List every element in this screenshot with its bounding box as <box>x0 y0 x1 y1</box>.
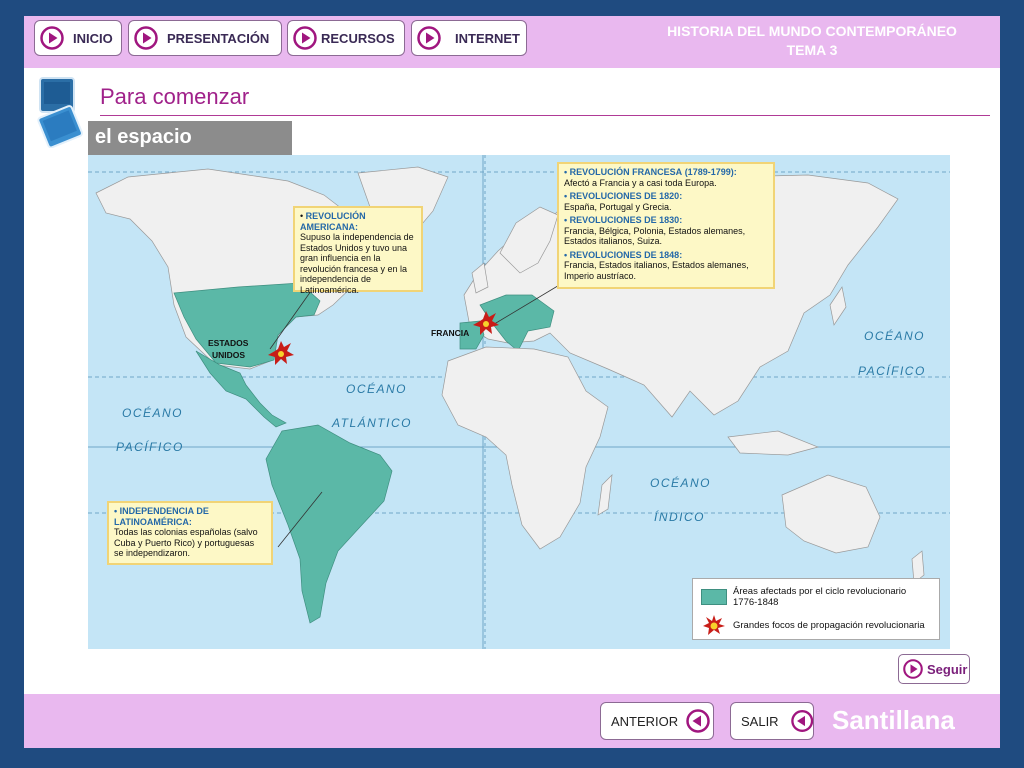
info-box-latin-american-independence: • INDEPENDENCIA DE LATINOAMÉRICA: Todas … <box>107 501 273 565</box>
map-legend: Áreas afectads por el ciclo revolucionar… <box>692 578 940 640</box>
top-navigation-bar: INICIO PRESENTACIÓN RECURSOS INTERNET HI… <box>24 16 1000 68</box>
seguir-label: Seguir <box>927 661 968 677</box>
title-divider <box>100 115 990 116</box>
section-band: el espacio <box>88 121 292 156</box>
info-item: • REVOLUCIONES DE 1830: Francia, Bélgica,… <box>564 215 746 247</box>
bottom-navigation-bar: ANTERIOR SALIR Santillana <box>24 694 1000 748</box>
label-oceano-pacifico-w-2: PACÍFICO <box>116 439 184 454</box>
label-oceano-pacifico-e-1: OCÉANO <box>864 328 925 343</box>
back-arrow-icon <box>790 710 813 732</box>
course-header: HISTORIA DEL MUNDO CONTEMPORÁNEO TEMA 3 <box>624 22 1000 60</box>
slide-frame: INICIO PRESENTACIÓN RECURSOS INTERNET HI… <box>24 16 1000 748</box>
info-item: • REVOLUCIÓN FRANCESA (1789-1799): Afectó… <box>564 167 737 188</box>
salir-label: SALIR <box>741 713 779 729</box>
nav-inicio-button[interactable]: INICIO <box>34 20 122 56</box>
info-item: • REVOLUCIONES DE 1820: España, Portugal … <box>564 191 683 212</box>
info-heading: REVOLUCIONES DE 1830: <box>569 215 683 225</box>
label-oceano-indico-2: ÍNDICO <box>654 509 705 524</box>
nav-internet-button[interactable]: INTERNET <box>411 20 527 56</box>
play-arrow-icon <box>417 26 441 50</box>
course-subject: HISTORIA DEL MUNDO CONTEMPORÁNEO <box>667 23 957 39</box>
label-unidos: UNIDOS <box>212 350 245 360</box>
label-oceano-pacifico-w-1: OCÉANO <box>122 405 183 420</box>
page-title: Para comenzar <box>100 84 250 109</box>
legend-focus-label: Grandes focos de propagación revoluciona… <box>733 620 925 631</box>
nav-recursos-button[interactable]: RECURSOS <box>287 20 405 56</box>
info-item: • REVOLUCIONES DE 1848: Francia, Estados … <box>564 249 749 281</box>
play-arrow-icon <box>293 26 317 50</box>
info-heading: INDEPENDENCIA DE LATINOAMÉRICA: <box>114 506 209 527</box>
play-arrow-icon <box>134 26 158 50</box>
info-text: España, Portugal y Grecia. <box>564 201 672 212</box>
label-oceano-atlantico-1: OCÉANO <box>346 381 407 396</box>
info-text: Afectó a Francia y a casi toda Europa. <box>564 177 717 188</box>
nav-internet-label: INTERNET <box>455 30 520 46</box>
explosion-icon <box>703 615 725 635</box>
label-francia: FRANCIA <box>431 328 469 338</box>
info-text: Supuso la independencia de Estados Unido… <box>300 232 414 295</box>
santillana-logo: Santillana <box>832 705 955 735</box>
info-text: Francia, Estados italianos, Estados alem… <box>564 260 749 281</box>
section-documents-icon <box>37 77 83 148</box>
label-oceano-indico-1: OCÉANO <box>650 475 711 490</box>
nav-presentacion-label: PRESENTACIÓN <box>167 30 270 46</box>
world-map: ESTADOS UNIDOS FRANCIA OCÉANO PACÍFICO O… <box>88 155 950 649</box>
legend-affected-swatch <box>701 589 727 605</box>
seguir-button[interactable]: Seguir <box>898 654 970 684</box>
label-oceano-atlantico-2: ATLÁNTICO <box>331 415 412 430</box>
salir-button[interactable]: SALIR <box>730 702 814 740</box>
info-box-american-revolution: • REVOLUCIÓN AMERICANA: Supuso la indepe… <box>293 206 423 295</box>
play-arrow-icon <box>903 659 923 679</box>
info-text: Todas las colonias españolas (salvo Cuba… <box>114 527 258 558</box>
info-heading: REVOLUCIONES DE 1820: <box>569 191 683 201</box>
play-arrow-icon <box>40 26 64 50</box>
nav-presentacion-button[interactable]: PRESENTACIÓN <box>128 20 282 56</box>
anterior-label: ANTERIOR <box>611 713 679 729</box>
legend-affected-label: Áreas afectads por el ciclo revolucionar… <box>733 586 907 608</box>
info-text: Francia, Bélgica, Polonia, Estados alema… <box>564 225 746 247</box>
label-oceano-pacifico-e-2: PACÍFICO <box>858 363 926 378</box>
map-drawing: ESTADOS UNIDOS FRANCIA OCÉANO PACÍFICO O… <box>88 155 950 649</box>
info-heading: REVOLUCIONES DE 1848: <box>569 249 683 260</box>
nav-inicio-label: INICIO <box>73 30 113 46</box>
label-estados: ESTADOS <box>208 338 249 348</box>
info-heading: REVOLUCIÓN AMERICANA: <box>300 211 366 232</box>
info-heading: REVOLUCIÓN FRANCESA <box>569 167 683 177</box>
info-box-european-revolutions: • REVOLUCIÓN FRANCESA (1789-1799): Afectó… <box>557 162 775 289</box>
anterior-button[interactable]: ANTERIOR <box>600 702 714 740</box>
back-arrow-icon <box>686 709 710 733</box>
info-dates: (1789-1799): <box>684 167 737 177</box>
nav-recursos-label: RECURSOS <box>321 30 395 46</box>
course-topic: TEMA 3 <box>786 42 838 58</box>
